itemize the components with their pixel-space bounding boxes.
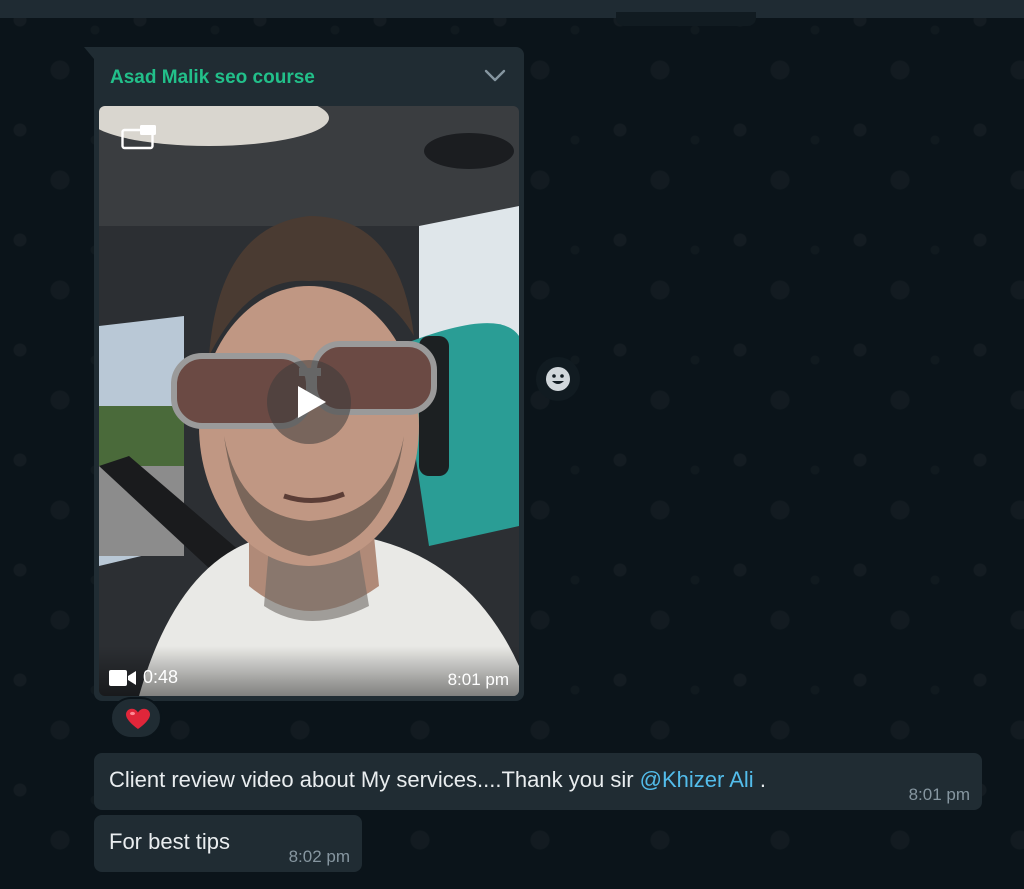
message-text: For best tips xyxy=(109,829,231,854)
media-message-bubble[interactable]: Asad Malik seo course 0:48 8:01 pm xyxy=(84,47,524,701)
message-timestamp: 8:01 pm xyxy=(908,785,970,804)
message-body: Client review video about My services...… xyxy=(109,767,640,792)
chevron-down-icon[interactable] xyxy=(482,63,508,89)
play-icon xyxy=(298,386,326,418)
play-button[interactable] xyxy=(267,360,351,444)
smiley-icon xyxy=(546,367,570,391)
message-timestamp: 8:02 pm xyxy=(288,847,350,866)
message-bubble[interactable]: For best tips 8:02 pm xyxy=(94,815,362,872)
message-suffix: . xyxy=(753,767,766,792)
heart-icon xyxy=(126,708,150,729)
picture-in-picture-icon[interactable] xyxy=(121,124,157,150)
video-thumbnail[interactable]: 0:48 8:01 pm xyxy=(99,106,519,696)
video-duration: 0:48 xyxy=(109,667,178,688)
reaction-badge[interactable] xyxy=(110,697,162,739)
message-bubble[interactable]: Client review video about My services...… xyxy=(94,753,982,810)
sender-name[interactable]: Asad Malik seo course xyxy=(110,67,315,89)
chat-header-strip xyxy=(0,0,1024,18)
react-button[interactable] xyxy=(536,357,580,401)
video-camera-icon xyxy=(109,669,136,686)
video-duration-text: 0:48 xyxy=(143,667,179,687)
message-text: Client review video about My services...… xyxy=(109,767,766,793)
message-timestamp: 8:01 pm xyxy=(447,670,509,689)
mention-link[interactable]: @Khizer Ali xyxy=(640,767,754,792)
date-pill xyxy=(616,12,756,26)
